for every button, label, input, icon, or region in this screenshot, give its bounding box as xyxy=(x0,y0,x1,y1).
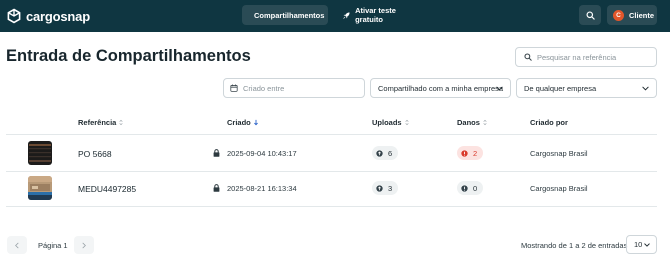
upload-icon xyxy=(376,149,383,157)
reference-cell[interactable]: PO 5668 xyxy=(78,149,112,159)
alert-icon xyxy=(461,184,468,192)
sort-icon xyxy=(483,119,487,126)
shipment-thumbnail[interactable] xyxy=(28,141,52,165)
current-page-label: Página 1 xyxy=(38,241,68,250)
column-header-damages-label: Danos xyxy=(457,118,480,127)
brand-name: cargosnap xyxy=(26,8,90,24)
created-by-cell: Cargosnap Brasil xyxy=(530,184,588,193)
column-header-uploads-label: Uploads xyxy=(372,118,402,127)
top-navigation-bar: cargosnap Compartilhamentos Ativar teste… xyxy=(0,0,670,32)
table-header-divider xyxy=(6,134,657,135)
date-range-filter[interactable] xyxy=(223,78,365,98)
row-divider xyxy=(6,171,657,172)
cargosnap-logo[interactable]: cargosnap xyxy=(6,7,90,25)
uploads-badge: 6 xyxy=(372,146,399,160)
avatar: C xyxy=(613,9,624,21)
column-header-created[interactable]: Criado xyxy=(227,118,259,127)
date-range-input[interactable] xyxy=(243,83,363,93)
company-value: De qualquer empresa xyxy=(524,83,597,93)
column-header-damages[interactable]: Danos xyxy=(457,118,488,127)
free-trial-label: Ativar teste gratuito xyxy=(355,6,396,24)
column-header-created-label: Criado xyxy=(227,118,251,127)
reference-search-box[interactable] xyxy=(515,47,657,67)
damages-badge: 0 xyxy=(457,181,484,195)
reference-cell[interactable]: MEDU4497285 xyxy=(78,184,136,194)
uploads-badge: 3 xyxy=(372,181,399,195)
container-photo-icon xyxy=(28,176,52,200)
rocket-icon xyxy=(343,12,350,19)
global-search-button[interactable] xyxy=(579,5,601,25)
alert-icon xyxy=(461,149,468,157)
cargosnap-logo-icon xyxy=(7,8,21,24)
per-page-value: 10 xyxy=(634,240,643,249)
created-date-cell: 2025-09-04 10:43:17 xyxy=(227,149,297,158)
user-menu-button[interactable]: C Cliente xyxy=(607,5,657,25)
shares-nav-label: Compartilhamentos xyxy=(254,10,325,20)
uploads-count: 6 xyxy=(388,148,393,158)
created-date-cell: 2025-08-21 16:13:34 xyxy=(227,184,297,193)
next-page-button[interactable] xyxy=(74,236,94,254)
calendar-icon xyxy=(230,84,238,92)
sort-icon xyxy=(405,119,409,126)
container-photo-icon xyxy=(28,141,52,165)
column-header-uploads[interactable]: Uploads xyxy=(372,118,410,127)
chevron-down-icon xyxy=(642,86,649,91)
created-by-cell: Cargosnap Brasil xyxy=(530,149,588,158)
shares-nav-button[interactable]: Compartilhamentos xyxy=(242,5,328,25)
shared-with-value: Compartilhado com a minha empresa xyxy=(378,83,504,93)
chevron-down-icon xyxy=(644,243,650,247)
sort-descending-icon xyxy=(253,119,258,126)
per-page-select[interactable]: 10 xyxy=(626,235,657,254)
shipment-thumbnail[interactable] xyxy=(28,176,52,200)
page-title: Entrada de Compartilhamentos xyxy=(6,47,251,65)
user-name: Cliente xyxy=(629,10,655,20)
upload-icon xyxy=(376,184,383,192)
row-divider xyxy=(6,206,657,207)
reference-search-input[interactable] xyxy=(537,52,655,62)
free-trial-button[interactable]: Ativar teste gratuito xyxy=(336,5,418,25)
column-header-created-by: Criado por xyxy=(530,118,568,127)
damages-count: 2 xyxy=(473,148,478,158)
chevron-right-icon xyxy=(82,242,86,248)
chevron-left-icon xyxy=(15,242,19,248)
lock-icon xyxy=(213,149,220,157)
damages-badge: 2 xyxy=(457,146,484,160)
search-icon xyxy=(524,53,532,61)
column-header-created-by-label: Criado por xyxy=(530,118,568,127)
damages-count: 0 xyxy=(473,183,478,193)
column-header-reference[interactable]: Referência xyxy=(78,118,124,127)
chevron-down-icon xyxy=(496,86,503,91)
uploads-count: 3 xyxy=(388,183,393,193)
shared-with-dropdown[interactable]: Compartilhado com a minha empresa xyxy=(370,78,511,98)
previous-page-button[interactable] xyxy=(7,236,27,254)
search-icon xyxy=(585,10,595,20)
sort-icon xyxy=(119,119,123,126)
company-dropdown[interactable]: De qualquer empresa xyxy=(516,78,657,98)
results-summary: Mostrando de 1 a 2 de entradas xyxy=(521,241,628,250)
column-header-reference-label: Referência xyxy=(78,118,117,127)
lock-icon xyxy=(213,184,220,192)
